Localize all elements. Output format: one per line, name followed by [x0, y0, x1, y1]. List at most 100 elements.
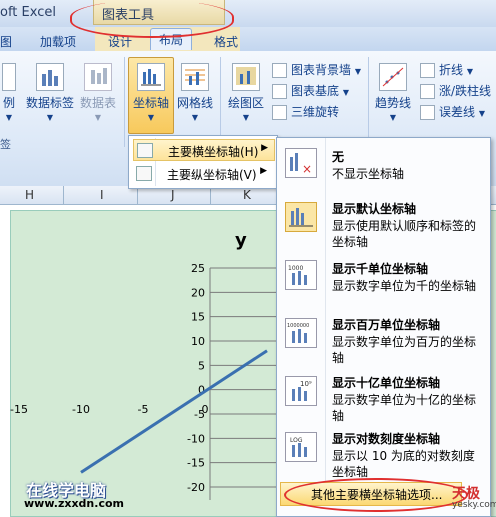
- svg-text:LOG: LOG: [290, 437, 303, 444]
- legend-button[interactable]: 例 ▼: [0, 63, 18, 122]
- option-desc: 显示数字单位为十亿的坐标轴: [332, 393, 477, 423]
- menu-item-primary-vertical-axis[interactable]: 主要纵坐标轴(V) ▶: [133, 163, 273, 183]
- error-bars-icon: [420, 105, 435, 120]
- chevron-down-icon: ▼: [191, 113, 199, 122]
- menu-item-label: 主要横坐标轴(H): [168, 145, 259, 159]
- error-bars-button[interactable]: 误差线 ▼: [420, 103, 485, 120]
- svg-text:×: ×: [302, 162, 312, 176]
- x-tick-label: -15: [10, 403, 28, 416]
- axes-button[interactable]: 坐标轴 ▼: [129, 63, 173, 122]
- option-title: 显示百万单位坐标轴: [332, 318, 441, 332]
- option-millions-axis[interactable]: 1000000 显示百万单位坐标轴 显示数字单位为百万的坐标轴: [277, 312, 488, 368]
- option-desc: 显示使用默认顺序和标签的坐标轴: [332, 219, 477, 249]
- vertical-axis-icon: [136, 166, 152, 181]
- option-title: 显示对数刻度坐标轴: [332, 432, 441, 446]
- chevron-down-icon: ▼: [242, 113, 250, 122]
- data-labels-button[interactable]: 数据标签 ▼: [24, 63, 76, 122]
- data-table-button[interactable]: 数据表 ▼: [78, 63, 118, 122]
- option-title: 显示默认坐标轴: [332, 202, 417, 216]
- horizontal-axis-icon: [137, 143, 153, 158]
- horizontal-axis-dropdown: × 无 不显示坐标轴 显示默认坐标轴 显示使用默认顺序和标签的坐标轴 1000 …: [276, 137, 491, 517]
- chart-wall-icon: [272, 63, 287, 78]
- up-down-bars-icon: [420, 84, 435, 99]
- x-tick-label: 0: [202, 403, 209, 416]
- chevron-down-icon: ▼: [5, 113, 13, 122]
- y-tick-label: 15: [191, 311, 205, 324]
- tab-insert[interactable]: 图: [0, 33, 12, 50]
- 3d-rotation-button[interactable]: 三维旋转: [272, 103, 339, 120]
- 3d-rotation-label: 三维旋转: [291, 105, 340, 119]
- chevron-down-icon: ▼: [46, 113, 54, 122]
- billions-axis-icon: 10⁹: [285, 376, 317, 406]
- axes-label: 坐标轴: [132, 96, 169, 110]
- chart-floor-label: 图表基底: [291, 84, 340, 98]
- option-billions-axis[interactable]: 10⁹ 显示十亿单位坐标轴 显示数字单位为十亿的坐标轴: [277, 370, 488, 424]
- column-header-k[interactable]: K: [243, 188, 251, 202]
- lines-icon: [420, 63, 435, 78]
- watermark-brand-url: yesky.com: [452, 500, 496, 510]
- option-desc: 显示数字单位为百万的坐标轴: [332, 335, 477, 365]
- ribbon-separator: [368, 57, 369, 147]
- data-table-icon: [84, 63, 112, 91]
- option-log-axis[interactable]: LOG 显示对数刻度坐标轴 显示以 10 为底的对数刻度坐标轴: [277, 426, 488, 482]
- highlight-ellipse: [284, 478, 468, 512]
- plot-area[interactable]: 2520151050-5-10-15-20-15 -10 -5 0: [10, 210, 280, 500]
- chevron-down-icon: ▼: [342, 88, 349, 97]
- legend-icon: [2, 63, 16, 91]
- series-line[interactable]: [80, 349, 268, 474]
- y-tick-label: -10: [187, 432, 205, 445]
- y-tick-label: 25: [191, 262, 205, 275]
- 3d-rotation-icon: [272, 105, 287, 120]
- svg-text:1000: 1000: [288, 265, 303, 272]
- highlight-ellipse: [70, 0, 234, 38]
- chevron-down-icon: ▼: [389, 113, 397, 122]
- chart-floor-button[interactable]: 图表基底 ▼: [272, 82, 349, 99]
- option-none[interactable]: × 无 不显示坐标轴: [277, 144, 488, 190]
- column-header-h[interactable]: H: [25, 188, 34, 202]
- chart-wall-button[interactable]: 图表背景墙 ▼: [272, 61, 361, 78]
- option-title: 无: [332, 150, 345, 164]
- gridlines-button[interactable]: 网格线 ▼: [175, 63, 215, 122]
- trendline-icon: [379, 63, 407, 91]
- gridlines-label: 网格线: [176, 96, 213, 110]
- log-axis-icon: LOG: [285, 432, 317, 462]
- option-default-axis[interactable]: 显示默认坐标轴 显示使用默认顺序和标签的坐标轴: [277, 196, 488, 252]
- svg-text:10⁹: 10⁹: [300, 380, 312, 388]
- plot-area-icon: [232, 63, 260, 91]
- option-desc: 不显示坐标轴: [332, 167, 405, 181]
- svg-text:1000000: 1000000: [287, 323, 309, 329]
- default-axis-icon: [285, 202, 317, 232]
- x-tick-label: -5: [138, 403, 149, 416]
- column-header-j[interactable]: J: [171, 188, 175, 202]
- option-title: 显示千单位坐标轴: [332, 262, 429, 276]
- option-desc: 显示以 10 为底的对数刻度坐标轴: [332, 449, 475, 479]
- tab-addins[interactable]: 加载项: [40, 33, 76, 50]
- lines-button[interactable]: 折线 ▼: [420, 61, 473, 78]
- chevron-right-icon: ▶: [261, 143, 268, 153]
- up-down-bars-button[interactable]: 涨/跌柱线: [420, 82, 491, 99]
- ribbon-separator: [220, 57, 221, 147]
- app-title: oft Excel: [0, 5, 56, 20]
- menu-item-primary-horizontal-axis[interactable]: 主要横坐标轴(H) ▶: [133, 139, 275, 161]
- option-thousands-axis[interactable]: 1000 显示千单位坐标轴 显示数字单位为千的坐标轴: [277, 256, 488, 306]
- trendline-label: 趋势线: [374, 96, 411, 110]
- data-labels-label: 数据标签: [25, 96, 74, 110]
- up-down-bars-label: 涨/跌柱线: [439, 84, 492, 98]
- chevron-down-icon: ▼: [354, 67, 361, 76]
- option-desc: 显示数字单位为千的坐标轴: [332, 279, 477, 293]
- chevron-right-icon: ▶: [260, 166, 267, 176]
- no-axis-icon: ×: [285, 148, 317, 178]
- ribbon-separator: [124, 57, 125, 147]
- error-bars-label: 误差线: [439, 105, 476, 119]
- column-header-i[interactable]: I: [100, 188, 104, 202]
- y-tick-label: 20: [191, 286, 205, 299]
- y-tick-label: -20: [187, 481, 205, 494]
- plot-area-button[interactable]: 绘图区 ▼: [226, 63, 266, 122]
- trendline-button[interactable]: 趋势线 ▼: [372, 63, 414, 122]
- millions-axis-icon: 1000000: [285, 318, 317, 348]
- legend-label: 例: [2, 96, 15, 110]
- axes-icon: [137, 63, 165, 91]
- tab-format[interactable]: 格式: [214, 33, 238, 50]
- data-labels-icon: [36, 63, 64, 91]
- option-title: 显示十亿单位坐标轴: [332, 376, 441, 390]
